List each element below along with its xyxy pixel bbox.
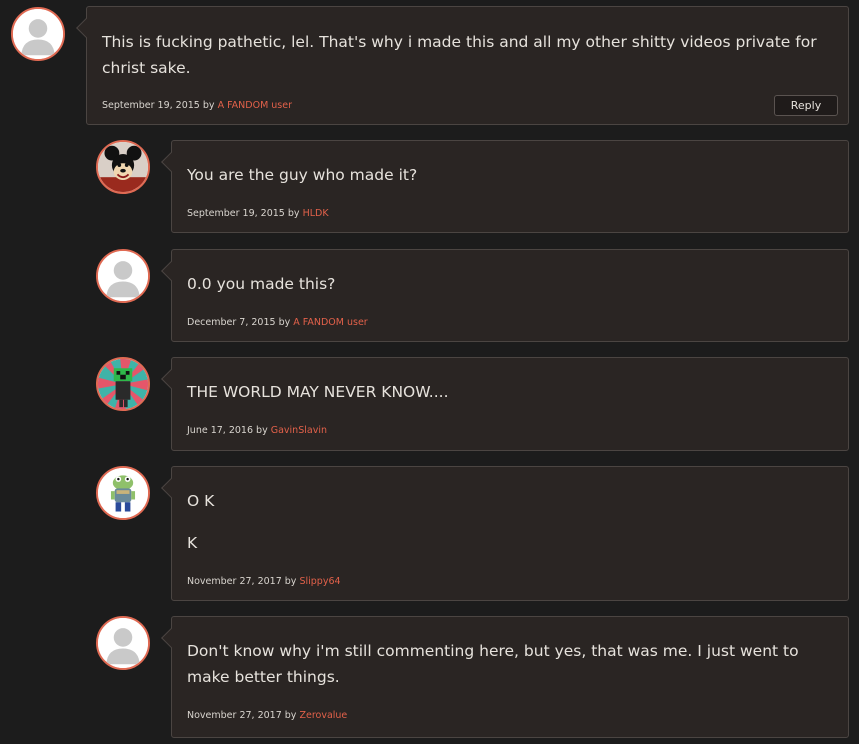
reply-button[interactable]: Reply (774, 95, 838, 116)
avatar[interactable] (96, 249, 150, 303)
default-avatar-icon (98, 618, 148, 668)
comment: Don't know why i'm still commenting here… (171, 616, 849, 738)
comment-text: This is fucking pathetic, lel. That's wh… (102, 33, 817, 77)
by-label: by (278, 317, 291, 328)
comment-author-link[interactable]: Slippy64 (299, 576, 340, 587)
comment-date: September 19, 2015 (102, 100, 200, 111)
avatar[interactable] (96, 357, 150, 411)
comment-meta: November 27, 2017 by Slippy64 (187, 576, 341, 587)
comment-text: O K (187, 492, 215, 510)
comment: 0.0 you made this? December 7, 2015 by A… (171, 249, 849, 342)
comment-text: K (187, 534, 198, 552)
comment-author-link[interactable]: HLDK (303, 208, 329, 219)
comment-text: You are the guy who made it? (187, 166, 418, 184)
comment-date: November 27, 2017 (187, 710, 282, 721)
avatar[interactable] (96, 616, 150, 670)
comment: This is fucking pathetic, lel. That's wh… (86, 6, 849, 125)
comment-author-link[interactable]: Zerovalue (299, 710, 347, 721)
by-label: by (256, 425, 268, 436)
default-avatar-icon (13, 9, 63, 59)
creeper-avatar (98, 359, 148, 409)
avatar[interactable] (11, 7, 65, 61)
default-avatar-icon (98, 251, 148, 301)
by-label: by (202, 100, 215, 111)
by-label: by (287, 208, 300, 219)
comment-meta: December 7, 2015 by A FANDOM user (187, 317, 368, 328)
comment-date: November 27, 2017 (187, 576, 282, 587)
by-label: by (284, 576, 297, 587)
comment-meta: November 27, 2017 by Zerovalue (187, 710, 347, 721)
by-label: by (284, 710, 297, 721)
comment-meta: September 19, 2015 by HLDK (187, 208, 329, 219)
comment-text: 0.0 you made this? (187, 275, 336, 293)
comment-date: June 17, 2016 (187, 425, 254, 436)
slippy-toad-avatar (98, 468, 148, 518)
mickey-mouse-avatar (98, 142, 148, 192)
comment: O K K November 27, 2017 by Slippy64 (171, 466, 849, 601)
comment-meta: June 17, 2016 by GavinSlavin (187, 425, 327, 436)
comment-meta: September 19, 2015 by A FANDOM user (102, 100, 292, 111)
comment-date: September 19, 2015 (187, 208, 285, 219)
comment: THE WORLD MAY NEVER KNOW.... June 17, 20… (171, 357, 849, 451)
comment-author-link[interactable]: A FANDOM user (218, 100, 292, 111)
comment-author-link[interactable]: GavinSlavin (271, 425, 327, 436)
comment-date: December 7, 2015 (187, 317, 276, 328)
avatar[interactable] (96, 140, 150, 194)
comment-author-link[interactable]: A FANDOM user (293, 317, 367, 328)
avatar[interactable] (96, 466, 150, 520)
comment-text: Don't know why i'm still commenting here… (187, 642, 799, 686)
comment-text: THE WORLD MAY NEVER KNOW.... (187, 383, 449, 401)
comment: You are the guy who made it? September 1… (171, 140, 849, 233)
